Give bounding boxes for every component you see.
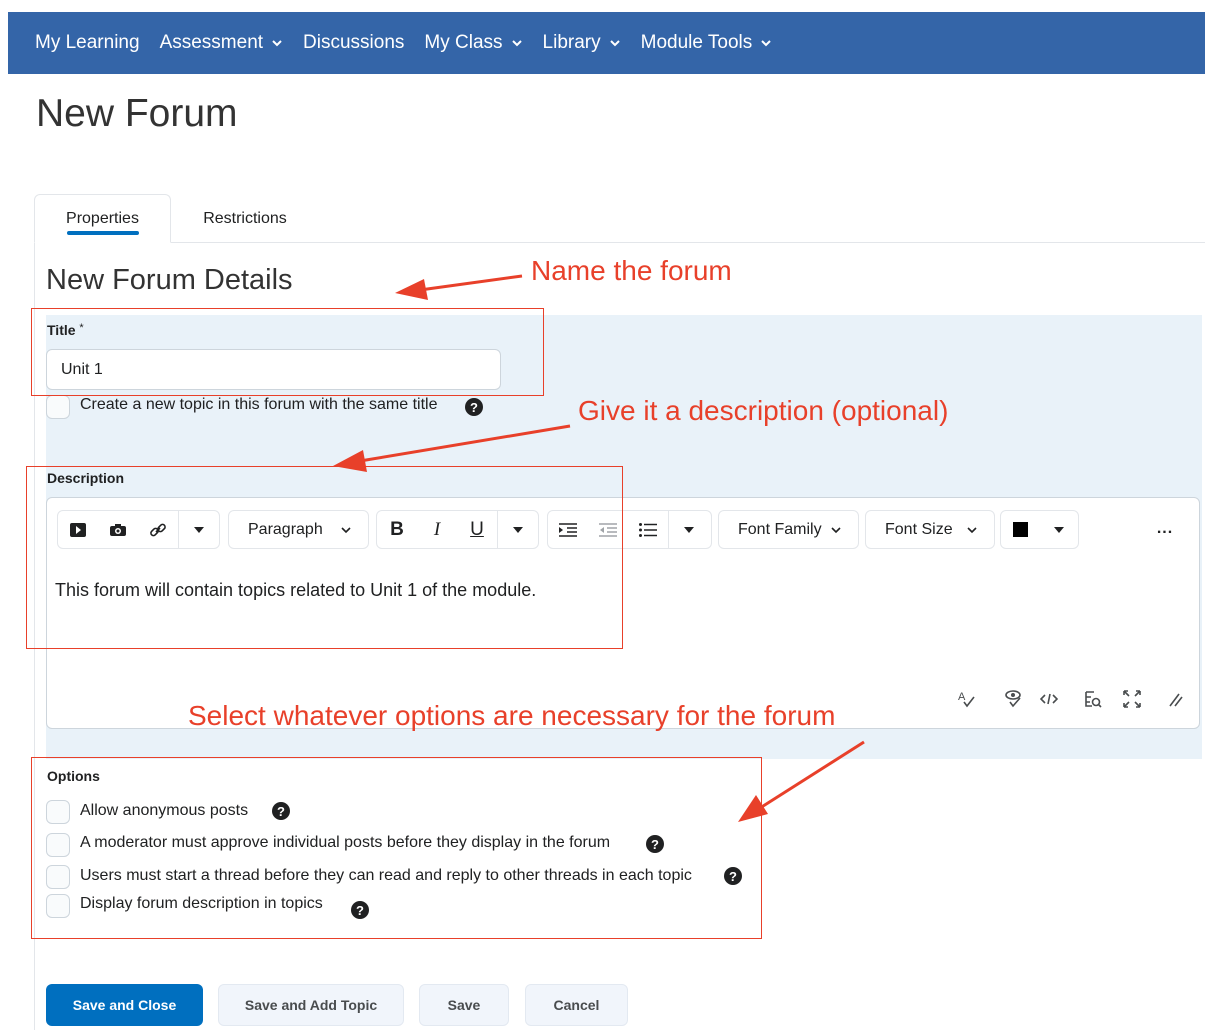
save-and-close-button[interactable]: Save and Close (46, 984, 203, 1026)
page-title: New Forum (36, 92, 238, 135)
resize-handle-icon[interactable] (1165, 690, 1183, 708)
nav-assessment[interactable]: Assessment (160, 32, 283, 54)
preview-icon[interactable] (1084, 690, 1102, 708)
more-options-button[interactable]: ... (1145, 510, 1185, 547)
arrow-head (395, 279, 428, 300)
chevron-down-icon (511, 40, 522, 47)
source-code-icon[interactable] (1040, 690, 1058, 708)
nav-my-class-label: My Class (424, 32, 503, 53)
nav-discussions[interactable]: Discussions (303, 32, 404, 54)
nav-library-label: Library (542, 32, 601, 53)
bullet-list-button[interactable] (628, 511, 668, 548)
chevron-down-icon (967, 526, 977, 533)
font-size-label: Font Size (885, 520, 953, 538)
help-icon[interactable]: ? (465, 398, 483, 416)
accessibility-check-icon[interactable] (1004, 690, 1022, 708)
fullscreen-icon[interactable] (1123, 690, 1141, 708)
color-swatch-icon (1013, 522, 1029, 537)
caret-down-icon (1054, 526, 1065, 533)
caret-down-icon (684, 526, 694, 533)
arrow-line (419, 274, 523, 292)
annotation-name-forum: Name the forum (531, 255, 732, 286)
annotation-description: Give it a description (optional) (578, 395, 949, 426)
text-color-dropdown[interactable] (1040, 511, 1078, 548)
chevron-down-icon (609, 40, 620, 47)
list-icon (639, 522, 657, 537)
section-title: New Forum Details (46, 264, 293, 296)
font-family-label: Font Family (738, 520, 822, 538)
nav-my-learning-label: My Learning (35, 32, 140, 53)
tab-restrictions-label: Restrictions (203, 209, 287, 227)
chevron-down-icon (831, 526, 841, 533)
text-color-group (1000, 510, 1079, 549)
save-and-add-topic-button[interactable]: Save and Add Topic (218, 984, 404, 1026)
list-more-dropdown[interactable] (669, 511, 709, 548)
text-color-button[interactable] (1001, 511, 1040, 548)
active-tab-indicator (67, 231, 139, 235)
top-nav-bar: My Learning Assessment Discussions My Cl… (8, 12, 1205, 74)
chevron-down-icon (272, 40, 282, 47)
same-title-checkbox[interactable] (46, 395, 70, 419)
nav-assessment-label: Assessment (159, 32, 264, 53)
spellcheck-icon[interactable]: A (957, 690, 975, 708)
nav-my-class[interactable]: My Class (424, 32, 522, 54)
nav-library[interactable]: Library (543, 32, 621, 54)
cancel-button[interactable]: Cancel (525, 984, 628, 1026)
annotation-options: Select whatever options are necessary fo… (188, 700, 836, 731)
svg-text:A: A (958, 691, 966, 703)
annotation-box-options (31, 757, 762, 939)
tab-properties[interactable]: Properties (34, 194, 171, 243)
nav-module-tools-label: Module Tools (640, 32, 753, 53)
tab-properties-label: Properties (66, 209, 139, 227)
same-title-label: Create a new topic in this forum with th… (80, 396, 438, 413)
font-size-dropdown[interactable]: Font Size (865, 510, 995, 549)
font-family-dropdown[interactable]: Font Family (718, 510, 859, 549)
tab-restrictions[interactable]: Restrictions (180, 194, 310, 243)
annotation-box-description (26, 466, 623, 649)
annotation-box-title (31, 308, 544, 396)
chevron-down-icon (761, 40, 771, 47)
nav-module-tools[interactable]: Module Tools (641, 32, 773, 54)
save-button[interactable]: Save (419, 984, 509, 1026)
nav-my-learning[interactable]: My Learning (35, 32, 140, 54)
nav-discussions-label: Discussions (303, 32, 405, 53)
